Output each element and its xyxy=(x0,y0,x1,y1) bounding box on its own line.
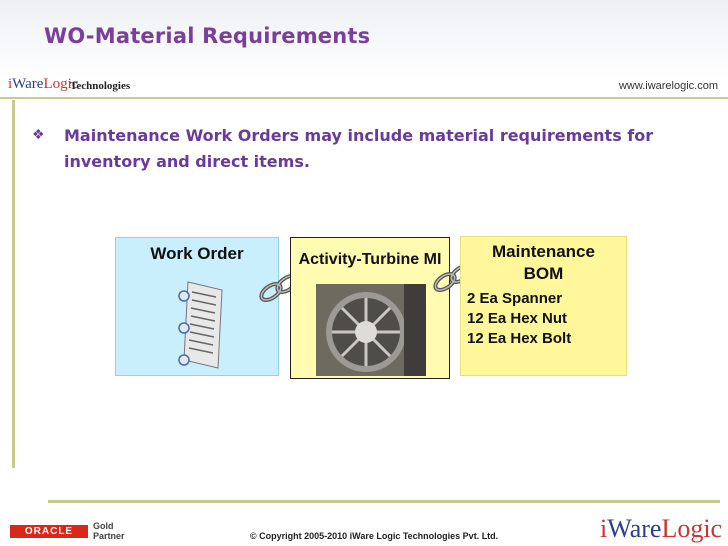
activity-box: Activity-Turbine MI xyxy=(290,237,450,379)
oracle-logo: ORACLE xyxy=(10,525,88,538)
footer-divider xyxy=(48,500,720,503)
bom-item: 12 Ea Hex Nut xyxy=(467,310,568,327)
activity-label: Activity-Turbine MI xyxy=(298,251,442,268)
turbine-engine-image xyxy=(316,284,426,376)
bom-title: Maintenance BOM xyxy=(461,241,626,285)
left-accent-line xyxy=(12,100,15,468)
bom-item: 2 Ea Spanner xyxy=(467,290,563,307)
bom-item-list: 2 Ea Spanner 12 Ea Hex Nut 12 Ea Hex Bol… xyxy=(467,289,571,349)
maintenance-bom-box: Maintenance BOM 2 Ea Spanner 12 Ea Hex N… xyxy=(460,236,627,376)
brand-tech-label: Technologies xyxy=(70,80,131,92)
brand-logo-small: iWareLogic xyxy=(8,76,79,92)
partner-text: Gold Partner xyxy=(93,521,125,541)
brand-logo-large: iWareLogic xyxy=(600,514,723,543)
document-icon xyxy=(178,281,223,369)
diamond-bullet-icon: ❖ xyxy=(32,126,45,142)
slide-title: WO-Material Requirements xyxy=(44,24,371,48)
header-divider xyxy=(0,97,728,99)
bom-item: 12 Ea Hex Bolt xyxy=(467,330,572,347)
footer-copyright: © Copyright 2005-2010 iWare Logic Techno… xyxy=(250,531,499,541)
work-order-label: Work Order xyxy=(150,244,244,263)
bom-title-text: Maintenance BOM xyxy=(492,242,595,283)
gold-partner-label: Gold Partner xyxy=(93,521,129,541)
website-url[interactable]: www.iwarelogic.com xyxy=(619,80,718,92)
bullet-text: Maintenance Work Orders may include mate… xyxy=(64,126,654,171)
work-order-box: Work Order xyxy=(115,237,279,376)
